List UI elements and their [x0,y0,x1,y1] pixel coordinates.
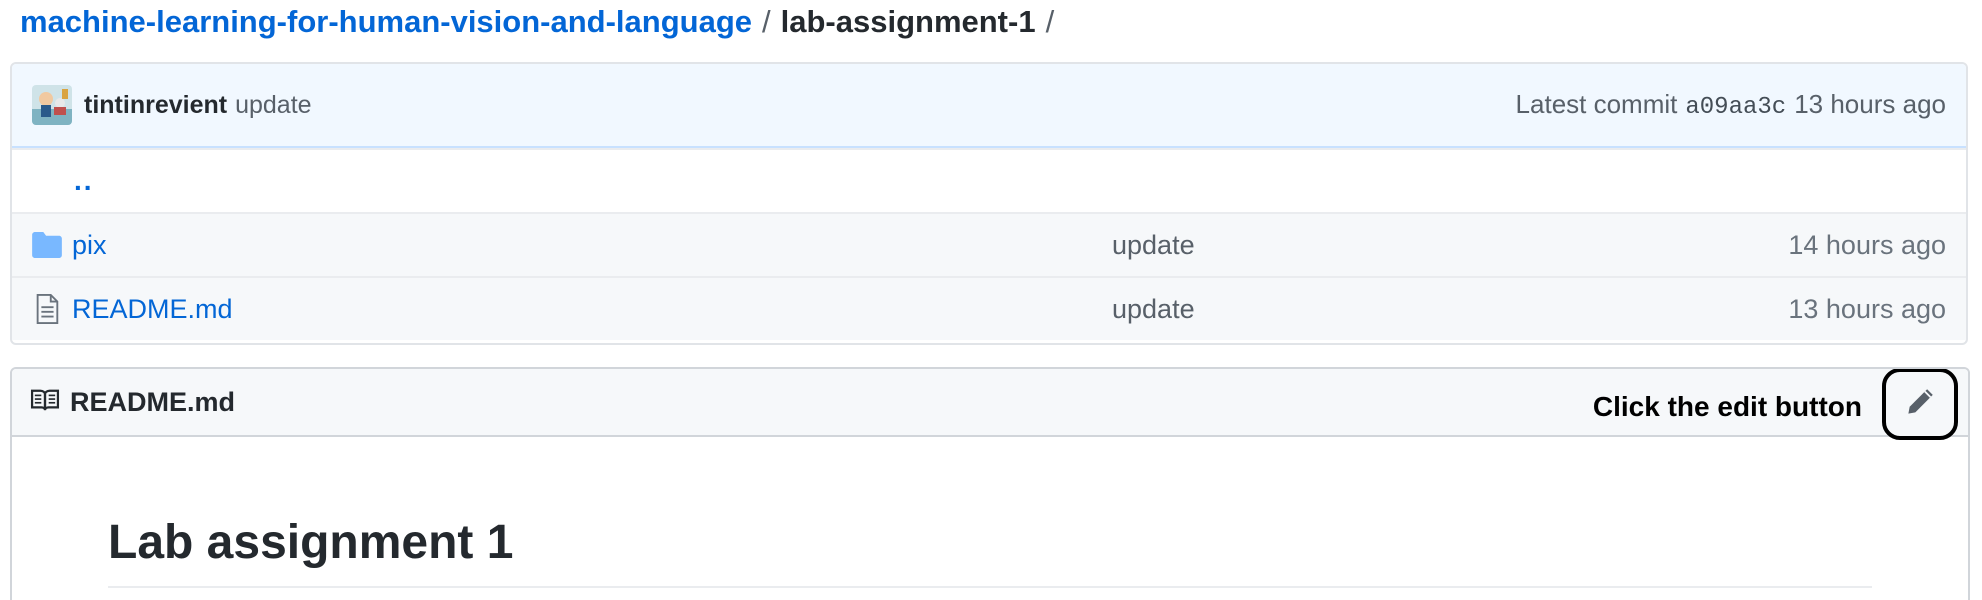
file-age: 14 hours ago [1788,229,1946,260]
file-row[interactable]: README.md update 13 hours ago [12,276,1966,340]
commit-info: Latest commit a09aa3c 13 hours ago [1516,89,1946,121]
avatar[interactable] [32,85,72,125]
parent-directory-row[interactable]: .. [12,148,1966,212]
readme-panel: README.md Click the edit button Lab assi… [10,367,1970,600]
parent-directory-link[interactable]: .. [74,165,94,197]
book-icon [30,388,60,417]
commit-sha[interactable]: a09aa3c [1685,94,1786,121]
readme-heading: Lab assignment 1 [108,516,1872,588]
readme-header: README.md Click the edit button [12,369,1968,440]
file-list: tintinrevient update Latest commit a09aa… [10,62,1968,345]
latest-commit-bar: tintinrevient update Latest commit a09aa… [12,64,1966,148]
file-name-link[interactable]: pix [72,230,1112,261]
commit-message[interactable]: update [235,91,311,120]
commit-author[interactable]: tintinrevient [84,91,227,120]
instruction-annotation: Click the edit button [1592,391,1862,422]
edit-button[interactable] [1882,369,1958,440]
page: machine-learning-for-human-vision-and-la… [0,0,1982,600]
file-commit-message[interactable]: update [1112,294,1788,325]
latest-commit-label: Latest commit [1515,89,1678,119]
file-commit-message[interactable]: update [1112,230,1788,261]
file-age: 13 hours ago [1788,293,1946,324]
breadcrumb-separator: / [762,4,771,39]
readme-title: README.md [70,386,236,417]
readme-content: Lab assignment 1 [12,516,1968,588]
pencil-icon [1905,387,1935,422]
commit-age: 13 hours ago [1794,89,1946,119]
file-name-link[interactable]: README.md [72,294,1112,325]
breadcrumb-repo-link[interactable]: machine-learning-for-human-vision-and-la… [20,4,752,40]
breadcrumb: machine-learning-for-human-vision-and-la… [20,0,1064,44]
breadcrumb-trailing-separator: / [1045,4,1055,39]
file-row[interactable]: pix update 14 hours ago [12,212,1966,276]
folder-icon [32,230,62,260]
breadcrumb-current-folder: lab-assignment-1 [780,4,1036,39]
file-icon [32,294,62,324]
